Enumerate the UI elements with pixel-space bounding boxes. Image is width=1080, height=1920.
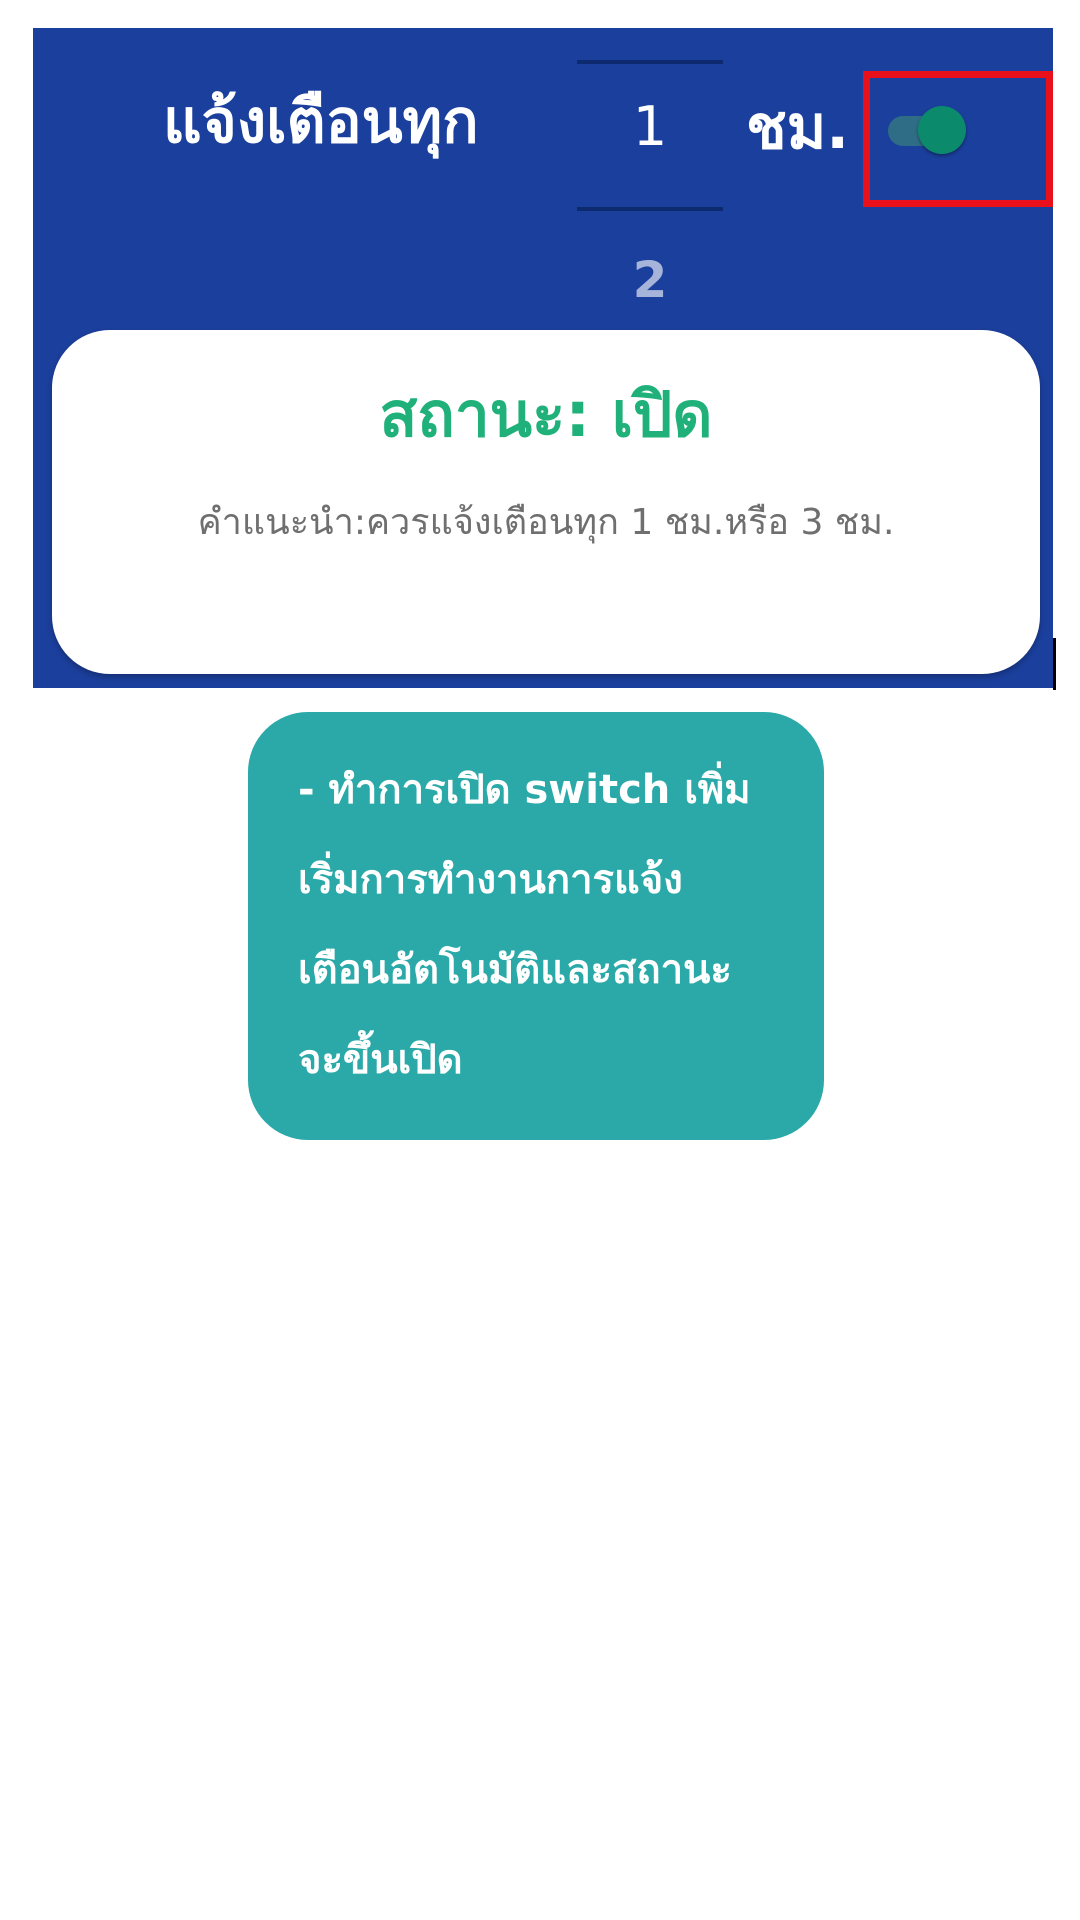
toggle-highlight-box: [863, 71, 1053, 207]
status-card: สถานะ: เปิด คำแนะนำ:ควรแจ้งเตือนทุก 1 ชม…: [52, 330, 1040, 674]
hour-picker-next-value[interactable]: 2: [577, 255, 723, 305]
status-hint: คำแนะนำ:ควรแจ้งเตือนทุก 1 ชม.หรือ 3 ชม.: [197, 502, 895, 543]
alert-interval-label: แจ้งเตือนทุก: [163, 87, 479, 157]
tooltip-line: เตือนอัตโนมัติและสถานะ: [298, 947, 732, 993]
status-title: สถานะ: เปิด: [379, 378, 713, 451]
hour-picker-selected-value[interactable]: 1: [577, 100, 723, 154]
picker-bottom-divider: [577, 207, 723, 211]
picker-top-divider: [577, 60, 723, 64]
hour-unit-label: ชม.: [746, 93, 850, 163]
tooltip-line: - ทำการเปิด switch เพิ่ม: [298, 767, 751, 813]
instruction-tooltip: - ทำการเปิด switch เพิ่ม เริ่มการทำงานกา…: [248, 712, 824, 1140]
screen: แจ้งเตือนทุก 1 2 ชม. สถานะ: เปิด คำแนะนำ…: [0, 0, 1080, 1920]
tooltip-line: เริ่มการทำงานการแจ้ง: [298, 857, 683, 903]
divider: [1053, 638, 1056, 690]
tooltip-line: จะขึ้นเปิด: [298, 1037, 463, 1083]
